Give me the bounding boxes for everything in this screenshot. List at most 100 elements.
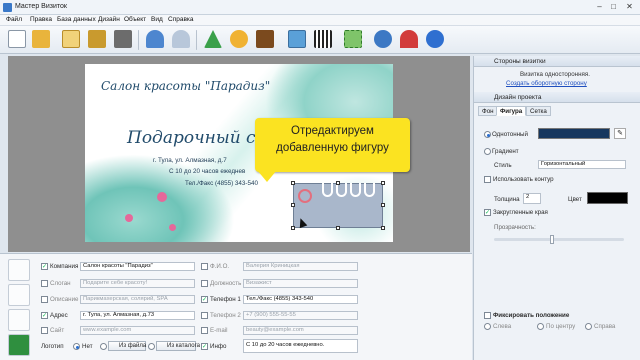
align-center-radio[interactable] bbox=[537, 323, 544, 330]
slogan-field[interactable]: Подарите себе красоту! bbox=[80, 279, 195, 288]
book-icon[interactable] bbox=[8, 284, 30, 306]
thickness-spinner[interactable]: 2 bbox=[523, 193, 541, 204]
resize-handle[interactable] bbox=[381, 226, 385, 230]
tab-background[interactable]: Фон bbox=[478, 106, 498, 116]
site-checkbox[interactable] bbox=[41, 327, 48, 334]
fio-checkbox[interactable] bbox=[201, 263, 208, 270]
excel-icon[interactable] bbox=[8, 334, 30, 356]
menu-design[interactable]: Дизайн bbox=[98, 16, 120, 23]
design-section-title: Дизайн проекта bbox=[494, 94, 542, 101]
resize-handle[interactable] bbox=[381, 181, 385, 185]
gradient-radio[interactable] bbox=[484, 148, 491, 155]
company-field[interactable]: Салон красоты "Парадиз" bbox=[80, 262, 195, 271]
address-checkbox[interactable]: ✓ bbox=[41, 312, 48, 319]
fix-position-checkbox[interactable] bbox=[484, 312, 491, 319]
maximize-button[interactable]: □ bbox=[608, 2, 619, 12]
from-file-button[interactable]: Из файла bbox=[108, 341, 146, 351]
card-phone[interactable]: Тел./Факс (4855) 343-540 bbox=[185, 180, 258, 187]
selected-shape[interactable] bbox=[293, 183, 383, 228]
card-headline[interactable]: Подарочный с bbox=[127, 128, 256, 148]
tab-shape[interactable]: Фигура bbox=[496, 106, 527, 116]
resize-handle[interactable] bbox=[291, 203, 295, 207]
phone2-field[interactable]: +7 (900) 555-55-55 bbox=[243, 311, 358, 320]
menu-view[interactable]: Вид bbox=[151, 16, 163, 23]
align-center-label: По центру bbox=[546, 323, 576, 330]
print-icon[interactable] bbox=[114, 30, 132, 48]
description-checkbox[interactable] bbox=[41, 296, 48, 303]
save-icon[interactable] bbox=[88, 30, 106, 48]
style-select[interactable]: Горизонтальный bbox=[538, 160, 626, 169]
transparency-slider[interactable] bbox=[494, 235, 624, 244]
open-folder-icon[interactable] bbox=[32, 30, 50, 48]
info-checkbox[interactable]: ✓ bbox=[201, 343, 208, 350]
resize-handle[interactable] bbox=[291, 181, 295, 185]
resize-handle[interactable] bbox=[336, 181, 340, 185]
info-field[interactable]: С 10 до 20 часов ежедневно. bbox=[243, 339, 358, 353]
minimize-button[interactable]: – bbox=[594, 2, 605, 12]
magnet-icon[interactable] bbox=[400, 30, 418, 48]
flower-decoration bbox=[169, 224, 176, 231]
logo-none-radio[interactable] bbox=[73, 343, 80, 350]
menu-help[interactable]: Справка bbox=[168, 16, 194, 23]
phone2-checkbox[interactable] bbox=[201, 312, 208, 319]
use-outline-checkbox[interactable] bbox=[484, 176, 491, 183]
address-field[interactable]: г. Тула, ул. Алмазная, д.73 bbox=[80, 311, 195, 320]
fit-page-icon[interactable] bbox=[344, 30, 362, 48]
menu-edit[interactable]: Правка bbox=[30, 16, 52, 23]
position-field[interactable]: Визажист bbox=[243, 279, 358, 288]
edit-text-icon[interactable] bbox=[8, 259, 30, 281]
shape-ring bbox=[298, 189, 312, 203]
site-field[interactable]: www.example.com bbox=[80, 326, 195, 335]
email-field[interactable]: beauty@example.com bbox=[243, 326, 358, 335]
clipboard-icon[interactable] bbox=[62, 30, 80, 48]
map-icon[interactable] bbox=[288, 30, 306, 48]
create-back-side-link[interactable]: Создать оборотную сторону bbox=[506, 80, 587, 87]
qr-code-icon[interactable] bbox=[314, 30, 332, 48]
resize-handle[interactable] bbox=[381, 203, 385, 207]
resize-handle[interactable] bbox=[291, 226, 295, 230]
design-section-header[interactable]: Дизайн проекта bbox=[474, 92, 640, 103]
position-checkbox[interactable] bbox=[201, 280, 208, 287]
slogan-checkbox[interactable] bbox=[41, 280, 48, 287]
phone1-checkbox[interactable]: ✓ bbox=[201, 296, 208, 303]
card-address[interactable]: г. Тула, ул. Алмазная, д.7 bbox=[153, 157, 227, 164]
outline-color-swatch[interactable] bbox=[587, 192, 628, 204]
from-catalog-button[interactable]: Из каталога bbox=[156, 341, 200, 351]
text-tool-icon[interactable] bbox=[204, 30, 222, 48]
image-tool-icon[interactable] bbox=[256, 30, 274, 48]
callout-line-1: Отредактируем bbox=[291, 125, 374, 137]
logo-file-radio[interactable] bbox=[100, 343, 107, 350]
email-checkbox[interactable] bbox=[201, 327, 208, 334]
style-label: Стиль bbox=[494, 162, 512, 169]
help-icon[interactable] bbox=[426, 30, 444, 48]
phone1-field[interactable]: Тел./Факс (4855) 343-540 bbox=[243, 295, 358, 304]
close-button[interactable]: ✕ bbox=[624, 2, 635, 12]
fio-field[interactable]: Валерия Криницкая bbox=[243, 262, 358, 271]
slider-thumb[interactable] bbox=[550, 235, 554, 244]
align-right-radio[interactable] bbox=[585, 323, 592, 330]
resize-handle[interactable] bbox=[336, 226, 340, 230]
tab-grid[interactable]: Сетка bbox=[526, 106, 551, 116]
sides-section-header[interactable]: Стороны визитки bbox=[474, 56, 640, 67]
shape-scallop bbox=[364, 183, 375, 197]
zoom-icon[interactable] bbox=[374, 30, 392, 48]
new-file-icon[interactable] bbox=[8, 30, 26, 48]
fill-color-swatch[interactable] bbox=[538, 128, 610, 139]
menu-file[interactable]: Файл bbox=[6, 16, 22, 23]
align-left-radio[interactable] bbox=[484, 323, 491, 330]
eyedropper-icon[interactable]: ✎ bbox=[614, 128, 626, 139]
undo-icon[interactable] bbox=[146, 30, 164, 48]
align-right-label: Справа bbox=[594, 323, 616, 330]
menu-database[interactable]: База данных bbox=[57, 16, 96, 23]
company-checkbox[interactable]: ✓ bbox=[41, 263, 48, 270]
menu-object[interactable]: Объект bbox=[124, 16, 146, 23]
card-salon-name[interactable]: Салон красоты "Парадиз" bbox=[101, 79, 270, 93]
solid-fill-radio[interactable] bbox=[484, 131, 491, 138]
card-hours[interactable]: С 10 до 20 часов ежеднев bbox=[169, 168, 245, 175]
redo-icon[interactable] bbox=[172, 30, 190, 48]
shapes-tool-icon[interactable] bbox=[230, 30, 248, 48]
description-field[interactable]: Парикмахерская, солярий, SPA bbox=[80, 295, 195, 304]
logo-catalog-radio[interactable] bbox=[148, 343, 155, 350]
contacts-icon[interactable] bbox=[8, 309, 30, 331]
rounded-corners-checkbox[interactable]: ✓ bbox=[484, 209, 491, 216]
